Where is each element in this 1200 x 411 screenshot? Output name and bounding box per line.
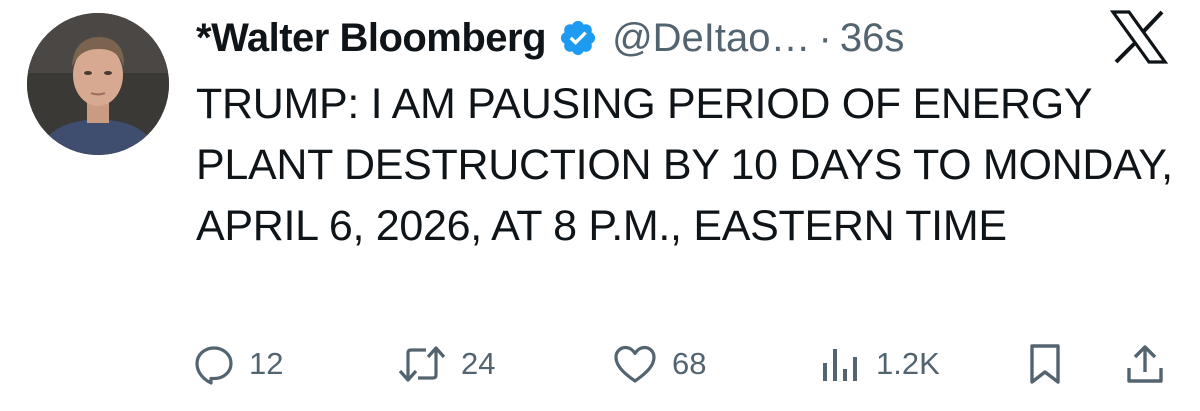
avatar[interactable] [27, 13, 169, 155]
retweet-icon [397, 343, 447, 385]
heart-icon [612, 343, 658, 385]
tweet-text: TRUMP: I AM PAUSING PERIOD OF ENERGY PLA… [196, 80, 1173, 250]
reply-count: 12 [249, 346, 284, 381]
views-button[interactable]: 1.2K [820, 336, 940, 392]
share-icon [1124, 342, 1166, 386]
views-count: 1.2K [876, 346, 940, 381]
reply-icon [193, 343, 235, 385]
avatar-image [27, 13, 169, 155]
tweet-header: *Walter Bloomberg @DeItao… · 36s [196, 12, 904, 64]
author-handle[interactable]: @DeItao… [612, 16, 810, 61]
like-count: 68 [672, 346, 707, 381]
bookmark-icon [1028, 342, 1062, 386]
reply-button[interactable]: 12 [193, 336, 283, 392]
retweet-count: 24 [461, 346, 496, 381]
retweet-button[interactable]: 24 [397, 336, 495, 392]
verified-badge-icon [558, 18, 598, 58]
separator-dot: · [818, 15, 832, 60]
x-logo-icon [1109, 10, 1169, 64]
share-button[interactable] [1124, 336, 1166, 392]
tweet-timestamp[interactable]: 36s [840, 16, 905, 61]
tweet-card: *Walter Bloomberg @DeItao… · 36s TRUMP: … [0, 0, 1200, 411]
views-icon [820, 343, 862, 385]
author-name[interactable]: *Walter Bloomberg [196, 16, 547, 61]
action-bar: 12 24 68 1.2K [0, 336, 1200, 392]
like-button[interactable]: 68 [612, 336, 706, 392]
bookmark-button[interactable] [1028, 336, 1062, 392]
